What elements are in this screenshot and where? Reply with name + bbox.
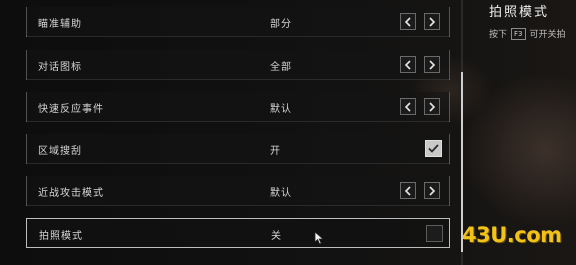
- setting-row-melee-mode[interactable]: 近战攻击模式 默认: [26, 176, 450, 206]
- setting-row-quick-time-events[interactable]: 快速反应事件 默认: [26, 92, 450, 122]
- row-edge: [26, 176, 27, 206]
- toggle-checkbox[interactable]: [426, 225, 443, 242]
- chevron-left-icon[interactable]: [400, 56, 416, 73]
- setting-value: 关: [271, 231, 282, 242]
- chevron-left-icon[interactable]: [400, 98, 416, 115]
- hint-prefix: 按下: [489, 30, 508, 40]
- setting-label: 区域搜刮: [38, 146, 82, 157]
- chevron-right-icon[interactable]: [424, 13, 440, 30]
- row-edge: [26, 134, 27, 164]
- setting-row-area-loot[interactable]: 区域搜刮 开: [26, 134, 450, 164]
- f3-key-icon: F3: [511, 27, 526, 40]
- description-title: 拍照模式: [489, 5, 550, 20]
- toggle-checkbox[interactable]: [425, 140, 442, 157]
- setting-value: 默认: [270, 104, 292, 115]
- mouse-cursor-icon: [314, 231, 325, 245]
- row-edge: [449, 176, 450, 206]
- setting-value: 部分: [270, 19, 292, 30]
- row-edge: [26, 92, 27, 122]
- setting-label: 拍照模式: [39, 231, 83, 242]
- row-edge: [449, 134, 450, 164]
- hint-suffix: 可开关拍: [529, 30, 566, 40]
- setting-value: 默认: [270, 188, 292, 199]
- chevron-right-icon[interactable]: [424, 182, 440, 199]
- setting-row-photo-mode[interactable]: 拍照模式 关: [26, 218, 450, 248]
- chevron-left-icon[interactable]: [400, 13, 416, 30]
- setting-label: 瞄准辅助: [38, 19, 82, 30]
- row-edge: [449, 92, 450, 122]
- row-edge: [449, 50, 450, 80]
- setting-row-dialogue-icons[interactable]: 对话图标 全部: [26, 50, 450, 80]
- chevron-left-icon[interactable]: [400, 182, 416, 199]
- checkmark-icon: [428, 144, 439, 153]
- row-edge: [26, 50, 27, 80]
- chevron-right-icon[interactable]: [424, 98, 440, 115]
- setting-label: 快速反应事件: [38, 104, 104, 115]
- setting-value: 全部: [270, 62, 292, 73]
- watermark-logo: 43U.com: [462, 223, 562, 247]
- setting-row-aim-assist[interactable]: 瞄准辅助 部分: [26, 7, 450, 37]
- row-edge: [449, 7, 450, 37]
- chevron-right-icon[interactable]: [424, 56, 440, 73]
- setting-label: 对话图标: [38, 62, 82, 73]
- description-hint: 按下 F3 可开关拍: [489, 27, 566, 40]
- row-edge: [26, 7, 27, 37]
- setting-value: 开: [270, 146, 281, 157]
- setting-label: 近战攻击模式: [38, 188, 104, 199]
